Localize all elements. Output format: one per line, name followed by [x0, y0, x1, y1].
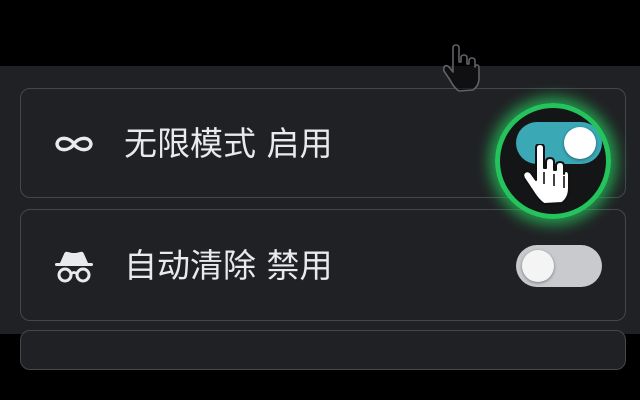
- incognito-icon: [50, 246, 98, 286]
- hand-pointer-icon: [442, 44, 480, 92]
- setting-label-auto-clear: 自动清除 禁用: [124, 246, 333, 285]
- setting-label-infinite-mode: 无限模式 启用: [124, 124, 333, 163]
- auto-clear-toggle[interactable]: [516, 245, 602, 287]
- infinity-icon: [50, 124, 98, 164]
- setting-card-partial: [20, 330, 626, 370]
- screen: 无限模式 启用 自动清除 禁用: [0, 0, 640, 400]
- hand-pointer-icon: [522, 143, 570, 206]
- toggle-knob: [522, 250, 554, 282]
